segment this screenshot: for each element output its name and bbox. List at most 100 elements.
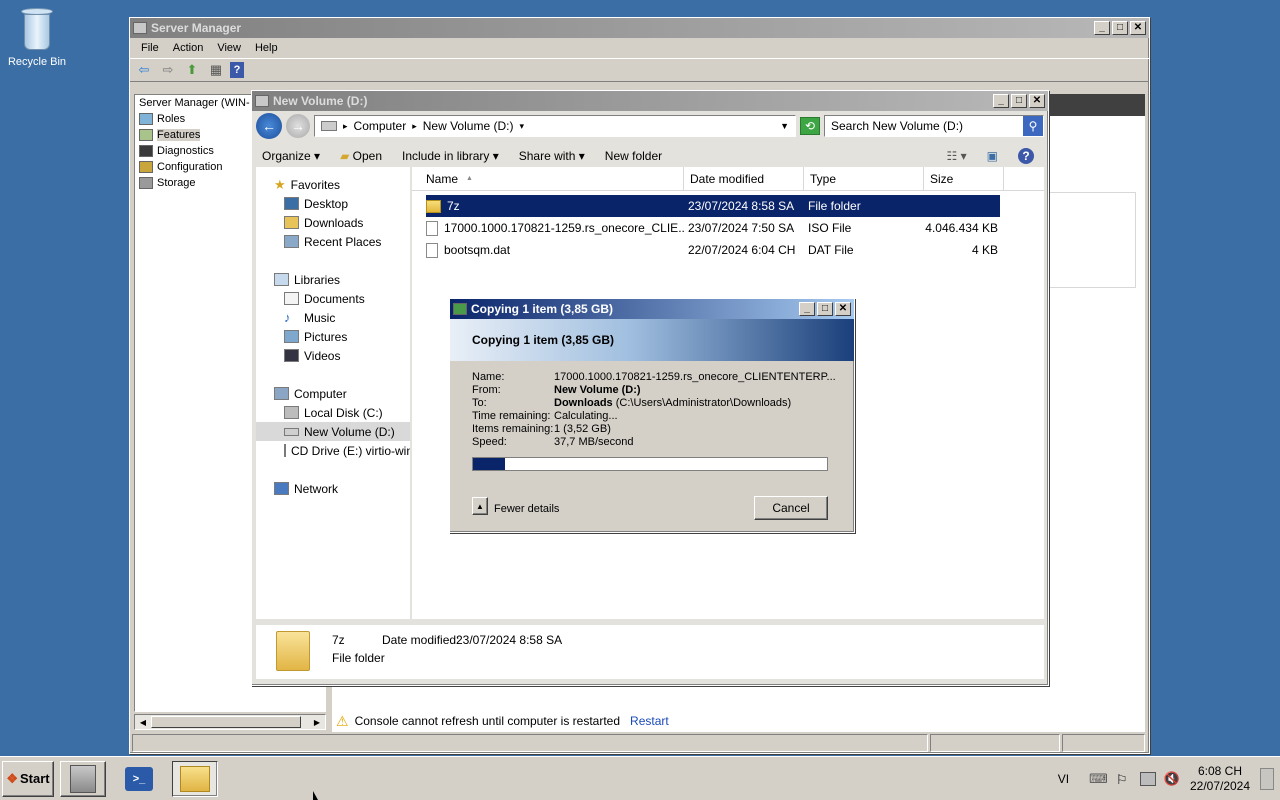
menu-view[interactable]: View: [210, 40, 248, 56]
folder-icon: [426, 199, 441, 213]
nav-music[interactable]: ♪ Music: [256, 308, 410, 327]
keyboard-icon[interactable]: ⌨: [1089, 771, 1108, 787]
details-date-label: Date modified:: [382, 633, 460, 647]
view-options-icon[interactable]: ☷ ▾: [947, 149, 967, 163]
explorer-titlebar[interactable]: New Volume (D:) _ □ ✕: [252, 91, 1048, 111]
nav-local-disk-c[interactable]: Local Disk (C:): [256, 403, 410, 422]
search-icon[interactable]: ⚲: [1023, 116, 1043, 136]
search-input[interactable]: Search New Volume (D:) ⚲: [824, 115, 1044, 137]
copy-maximize-button[interactable]: □: [817, 302, 833, 316]
column-type[interactable]: Type: [804, 167, 924, 190]
copy-to[interactable]: Downloads (C:\Users\Administrator\Downlo…: [554, 397, 791, 410]
language-indicator[interactable]: VI: [1058, 772, 1069, 786]
column-date-modified[interactable]: Date modified: [684, 167, 804, 190]
chevron-up-icon[interactable]: ▲: [472, 497, 488, 515]
volume-muted-icon[interactable]: 🔇: [1164, 771, 1180, 787]
nav-pictures[interactable]: Pictures: [256, 327, 410, 346]
show-hide-tree-icon[interactable]: ▦: [206, 61, 226, 79]
pictures-icon: [284, 330, 299, 343]
scroll-thumb[interactable]: [151, 716, 301, 728]
nav-network[interactable]: Network: [256, 479, 410, 498]
network-tray-icon[interactable]: [1139, 772, 1156, 786]
copy-close-button[interactable]: ✕: [835, 302, 851, 316]
column-size[interactable]: Size: [924, 167, 1004, 190]
status-bar-warning: ⚠ Console cannot refresh until computer …: [332, 710, 1145, 732]
file-row-7z[interactable]: 7z 23/07/2024 8:58 SA File folder: [426, 195, 1000, 217]
copy-from[interactable]: New Volume (D:): [554, 384, 641, 397]
back-arrow-icon[interactable]: ⇦: [134, 61, 154, 79]
taskbar-powershell[interactable]: >_: [116, 761, 162, 797]
column-headers: Name ▲ Date modified Type Size: [412, 167, 1044, 191]
music-icon: ♪: [284, 310, 291, 325]
computer-icon: [274, 387, 289, 400]
windows-logo-icon: ❖: [6, 770, 19, 786]
explorer-close-button[interactable]: ✕: [1029, 94, 1045, 108]
minimize-button[interactable]: _: [1094, 21, 1110, 35]
nav-documents[interactable]: Documents: [256, 289, 410, 308]
share-with-button[interactable]: Share with ▾: [519, 149, 585, 163]
copy-dialog-titlebar[interactable]: Copying 1 item (3,85 GB) _ □ ✕: [450, 299, 854, 319]
file-row-bootsqm[interactable]: bootsqm.dat 22/07/2024 6:04 CH DAT File …: [426, 239, 1000, 261]
forward-arrow-icon[interactable]: ⇨: [158, 61, 178, 79]
nav-cd-drive-e[interactable]: CD Drive (E:) virtio-win: [256, 441, 410, 460]
tree-horizontal-scrollbar[interactable]: ◀ ▶: [134, 714, 326, 730]
copy-progress-dialog: Copying 1 item (3,85 GB) _ □ ✕ Copying 1…: [449, 298, 855, 533]
nav-desktop[interactable]: Desktop: [256, 194, 410, 213]
organize-button[interactable]: Organize ▾: [262, 149, 320, 163]
scroll-right-icon[interactable]: ▶: [309, 715, 325, 729]
show-desktop-icon[interactable]: [1260, 768, 1274, 790]
maximize-button[interactable]: □: [1112, 21, 1128, 35]
restart-link[interactable]: Restart: [630, 714, 669, 728]
copy-minimize-button[interactable]: _: [799, 302, 815, 316]
menu-help[interactable]: Help: [248, 40, 285, 56]
address-dropdown-icon[interactable]: ▼: [780, 121, 789, 131]
taskbar-server-manager[interactable]: [60, 760, 106, 797]
address-bar[interactable]: ▸ Computer ▸ New Volume (D:) ▾ ▼: [314, 115, 796, 137]
warning-icon: ⚠: [336, 712, 349, 729]
action-center-flag-icon[interactable]: ⚐: [1116, 772, 1132, 787]
taskbar-explorer[interactable]: [172, 760, 218, 797]
details-name: 7z: [332, 633, 345, 647]
file-row-iso[interactable]: 17000.1000.170821-1259.rs_onecore_CLIE..…: [426, 217, 1000, 239]
include-in-library-button[interactable]: Include in library ▾: [402, 149, 499, 163]
server-manager-titlebar[interactable]: Server Manager _ □ ✕: [130, 18, 1149, 38]
preview-pane-icon[interactable]: ▣: [987, 149, 998, 163]
mouse-cursor-icon: [313, 791, 318, 800]
help-circle-icon[interactable]: ?: [1018, 148, 1034, 164]
address-row: ← → ▸ Computer ▸ New Volume (D:) ▾ ▼ ⟲ S…: [252, 111, 1048, 141]
menu-action[interactable]: Action: [166, 40, 211, 56]
nav-new-volume-d[interactable]: New Volume (D:): [256, 422, 410, 441]
fewer-details-toggle[interactable]: ▲ Fewer details: [472, 497, 559, 515]
details-type: File folder: [332, 651, 385, 665]
explorer-maximize-button[interactable]: □: [1011, 94, 1027, 108]
open-button[interactable]: ▰ Open: [340, 149, 382, 163]
close-button[interactable]: ✕: [1130, 21, 1146, 35]
breadcrumb-computer[interactable]: Computer: [354, 119, 407, 133]
copy-details: Name: 17000.1000.170821-1259.rs_onecore_C…: [472, 371, 836, 448]
start-button[interactable]: ❖ Start: [2, 760, 54, 797]
breadcrumb-new-volume[interactable]: New Volume (D:): [423, 119, 514, 133]
forward-button[interactable]: →: [286, 114, 310, 138]
nav-favorites[interactable]: ★ Favorites: [256, 175, 410, 194]
refresh-icon[interactable]: ⟲: [800, 117, 820, 135]
column-name[interactable]: Name ▲: [412, 167, 684, 190]
nav-recent-places[interactable]: Recent Places: [256, 232, 410, 251]
explorer-minimize-button[interactable]: _: [993, 94, 1009, 108]
back-button[interactable]: ←: [256, 113, 282, 139]
nav-libraries[interactable]: Libraries: [256, 270, 410, 289]
menu-file[interactable]: File: [134, 40, 166, 56]
nav-downloads[interactable]: Downloads: [256, 213, 410, 232]
up-folder-icon[interactable]: ⬆: [182, 61, 202, 79]
libraries-icon: [274, 273, 289, 286]
new-folder-button[interactable]: New folder: [605, 149, 662, 163]
clock[interactable]: 6:08 CH 22/07/2024: [1188, 764, 1252, 794]
nav-videos[interactable]: Videos: [256, 346, 410, 365]
cancel-button[interactable]: Cancel: [754, 496, 828, 520]
scroll-left-icon[interactable]: ◀: [135, 715, 151, 729]
help-icon[interactable]: ?: [230, 62, 244, 78]
desktop-icon: [284, 197, 299, 210]
dat-file-icon: [426, 242, 438, 258]
details-date-value: 23/07/2024 8:58 SA: [456, 633, 563, 647]
recycle-bin-desktop-icon[interactable]: Recycle Bin: [6, 6, 68, 68]
nav-computer[interactable]: Computer: [256, 384, 410, 403]
